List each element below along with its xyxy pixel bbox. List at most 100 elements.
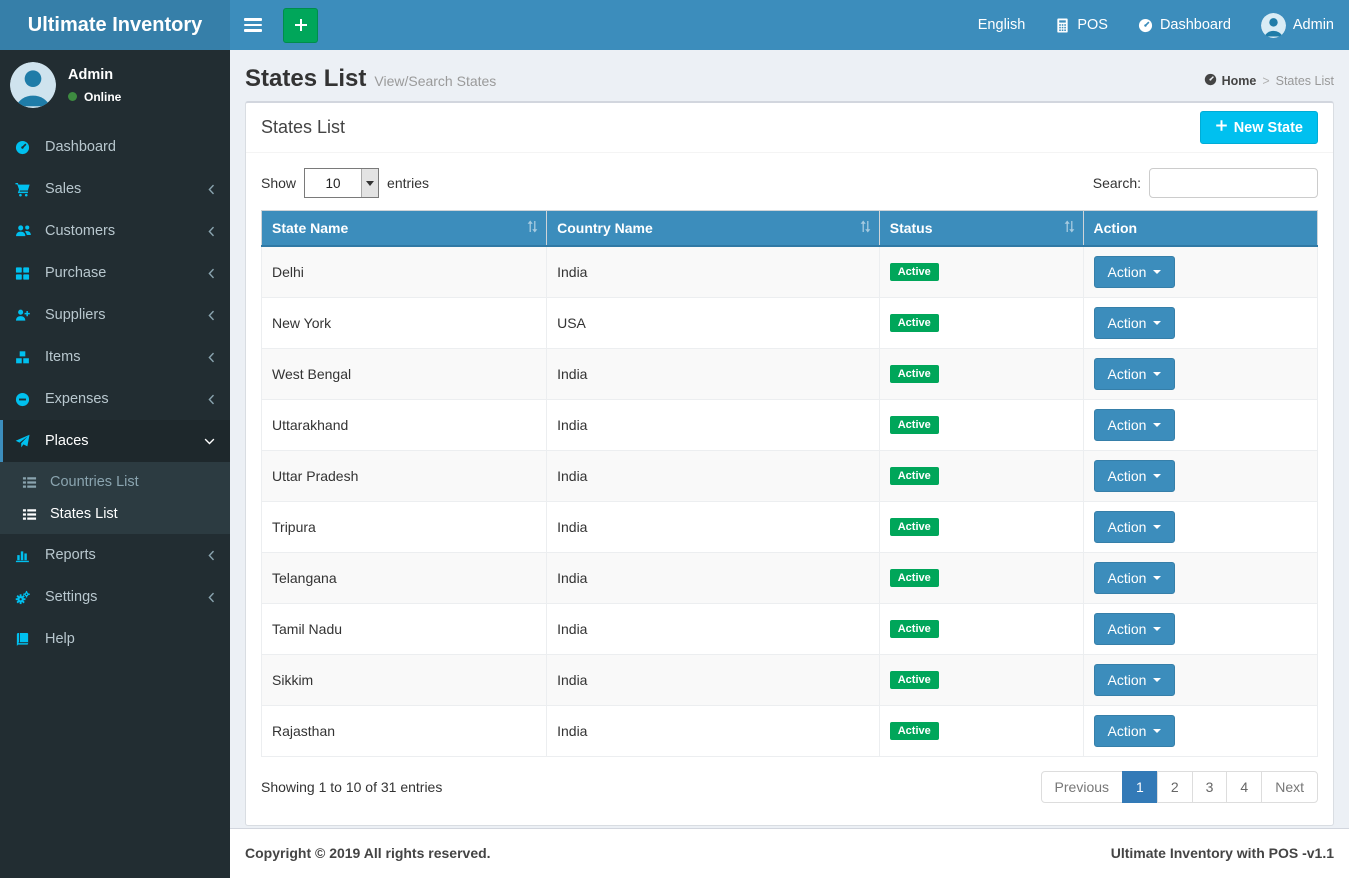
sidebar-item-settings[interactable]: Settings xyxy=(0,576,230,618)
bar-chart-icon xyxy=(15,548,37,563)
state-name-cell: New York xyxy=(260,296,548,349)
caret-down-icon xyxy=(1153,728,1162,733)
action-dropdown-button[interactable]: Action xyxy=(1093,510,1176,543)
status-badge: Active xyxy=(889,722,939,740)
sidebar-item-customers[interactable]: Customers xyxy=(0,210,230,252)
search-control: Search: xyxy=(1093,168,1318,198)
action-button-label: Action xyxy=(1107,467,1147,484)
home-dashboard-icon xyxy=(1204,73,1217,89)
page-length-select[interactable]: 10 xyxy=(304,168,380,198)
breadcrumb-home-link[interactable]: Home xyxy=(1204,73,1256,89)
user-name-label: Admin xyxy=(1292,17,1334,33)
cart-icon xyxy=(15,182,37,197)
sidebar-item-items[interactable]: Items xyxy=(0,336,230,378)
language-menu[interactable]: English xyxy=(963,0,1041,50)
top-navbar: Ultimate Inventory English POS Dashboard… xyxy=(0,0,1349,50)
pos-link[interactable]: POS xyxy=(1040,0,1123,50)
action-dropdown-button[interactable]: Action xyxy=(1093,561,1176,594)
list-icon xyxy=(22,475,42,490)
sort-icon xyxy=(527,220,538,236)
column-header-country-name[interactable]: Country Name xyxy=(546,210,880,247)
state-name-cell: Uttar Pradesh xyxy=(260,449,548,502)
status-badge: Active xyxy=(889,314,939,332)
chevron-left-icon xyxy=(208,592,215,603)
next-page-button[interactable]: Next xyxy=(1261,770,1318,803)
chevron-left-icon xyxy=(208,352,215,363)
caret-down-icon xyxy=(1153,473,1162,478)
online-status-icon xyxy=(68,92,77,101)
sidebar-item-countries-list[interactable]: Countries List xyxy=(0,466,230,498)
page-button-2[interactable]: 2 xyxy=(1156,770,1193,803)
previous-page-button[interactable]: Previous xyxy=(1040,770,1124,803)
country-name-cell: India xyxy=(546,449,880,502)
table-row: Uttar Pradesh India Active Action xyxy=(260,449,1319,502)
plus-icon xyxy=(293,17,309,33)
sidebar-item-sales[interactable]: Sales xyxy=(0,168,230,210)
search-input[interactable] xyxy=(1149,168,1318,198)
sidebar-item-states-list[interactable]: States List xyxy=(0,498,230,530)
column-header-state-name[interactable]: State Name xyxy=(260,210,548,247)
country-name-cell: India xyxy=(546,653,880,706)
table-row: Delhi India Active Action xyxy=(260,245,1319,298)
quick-add-button[interactable] xyxy=(283,7,318,43)
sidebar-item-suppliers[interactable]: Suppliers xyxy=(0,294,230,336)
entries-label: entries xyxy=(387,175,430,191)
sidebar-item-reports[interactable]: Reports xyxy=(0,534,230,576)
status-cell: Active xyxy=(878,551,1084,604)
states-list-panel: States List New State Show 10 entries Se… xyxy=(245,101,1334,826)
hamburger-menu-button[interactable] xyxy=(230,0,275,50)
action-button-label: Action xyxy=(1107,263,1147,280)
country-name-cell: India xyxy=(546,398,880,451)
table-row: Rajasthan India Active Action xyxy=(260,704,1319,757)
user-menu[interactable]: Admin xyxy=(1246,0,1349,50)
sidebar-user-panel: Admin Online xyxy=(0,50,230,120)
table-row: Telangana India Active Action xyxy=(260,551,1319,604)
page-button-1[interactable]: 1 xyxy=(1122,770,1158,803)
chevron-down-icon xyxy=(204,438,215,445)
state-name-cell: West Bengal xyxy=(260,347,548,400)
pos-label: POS xyxy=(1077,17,1108,33)
page-button-3[interactable]: 3 xyxy=(1191,770,1228,803)
caret-down-icon xyxy=(1153,422,1162,427)
action-dropdown-button[interactable]: Action xyxy=(1093,663,1176,696)
new-state-button[interactable]: New State xyxy=(1199,111,1318,144)
state-name-cell: Telangana xyxy=(260,551,548,604)
sidebar-item-places[interactable]: Places xyxy=(0,420,230,462)
chevron-left-icon xyxy=(208,310,215,321)
action-dropdown-button[interactable]: Action xyxy=(1093,408,1176,441)
page-heading: States List View/Search States xyxy=(245,65,496,93)
select-dropdown-button[interactable] xyxy=(361,169,379,197)
table-row: New York USA Active Action xyxy=(260,296,1319,349)
action-dropdown-button[interactable]: Action xyxy=(1093,255,1176,288)
state-name-cell: Sikkim xyxy=(260,653,548,706)
action-dropdown-button[interactable]: Action xyxy=(1093,459,1176,492)
action-dropdown-button[interactable]: Action xyxy=(1093,612,1176,645)
action-cell: Action xyxy=(1082,347,1319,400)
action-dropdown-button[interactable]: Action xyxy=(1093,357,1176,390)
brand-logo[interactable]: Ultimate Inventory xyxy=(0,0,230,50)
sidebar-item-expenses[interactable]: Expenses xyxy=(0,378,230,420)
sort-icon xyxy=(860,220,871,236)
column-header-action: Action xyxy=(1082,210,1319,247)
table-row: Uttarakhand India Active Action xyxy=(260,398,1319,451)
sidebar-item-dashboard[interactable]: Dashboard xyxy=(0,126,230,168)
book-icon xyxy=(15,632,37,647)
column-header-status[interactable]: Status xyxy=(878,210,1084,247)
sidebar-item-help[interactable]: Help xyxy=(0,618,230,660)
page-button-4[interactable]: 4 xyxy=(1226,770,1263,803)
plus-icon xyxy=(1215,119,1228,136)
action-button-label: Action xyxy=(1107,671,1147,688)
paper-plane-icon xyxy=(15,434,37,449)
caret-down-icon xyxy=(1153,320,1162,325)
dashboard-link[interactable]: Dashboard xyxy=(1123,0,1246,50)
status-badge: Active xyxy=(889,671,939,689)
action-dropdown-button[interactable]: Action xyxy=(1093,306,1176,339)
action-cell: Action xyxy=(1082,398,1319,451)
status-badge: Active xyxy=(889,620,939,638)
sidebar-menu: Dashboard Sales Customers Purchase Suppl… xyxy=(0,126,230,660)
caret-down-icon xyxy=(1153,371,1162,376)
sidebar-item-purchase[interactable]: Purchase xyxy=(0,252,230,294)
action-dropdown-button[interactable]: Action xyxy=(1093,714,1176,747)
state-name-cell: Uttarakhand xyxy=(260,398,548,451)
country-name-cell: India xyxy=(546,245,880,298)
